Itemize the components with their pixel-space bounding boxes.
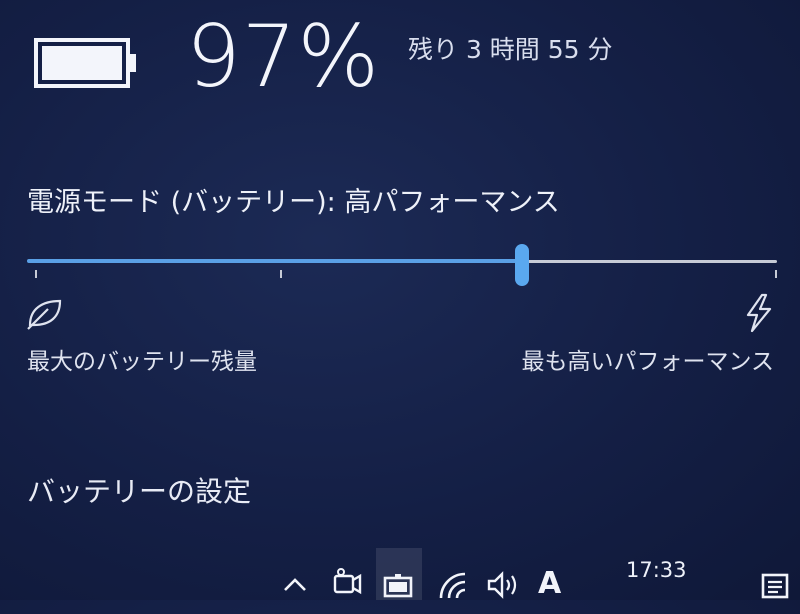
slider-tick — [775, 270, 777, 278]
meet-now-icon[interactable] — [332, 566, 362, 606]
leaf-icon — [26, 297, 64, 331]
battery-tray-icon[interactable] — [382, 572, 416, 612]
battery-settings-link[interactable]: バッテリーの設定 — [27, 470, 251, 510]
chevron-up-icon[interactable] — [282, 574, 308, 614]
power-mode-slider[interactable] — [27, 244, 777, 286]
battery-percentage: 97% — [186, 7, 381, 107]
slider-track-empty — [522, 260, 777, 263]
battery-icon — [34, 38, 138, 88]
wifi-icon[interactable] — [437, 570, 475, 610]
slider-label-best-performance: 最も高いパフォーマンス — [521, 349, 774, 375]
slider-label-battery-saver: 最大のバッテリー残量 — [27, 349, 257, 375]
taskbar-clock[interactable]: 17:33 — [626, 558, 687, 582]
slider-track-filled — [27, 259, 522, 263]
volume-icon[interactable] — [486, 570, 522, 610]
ime-indicator[interactable]: A — [538, 566, 561, 601]
slider-tick — [35, 270, 37, 278]
battery-time-remaining: 残り 3 時間 55 分 — [408, 35, 613, 64]
slider-tick — [280, 270, 282, 278]
power-mode-label: 電源モード (バッテリー): 高パフォーマンス — [27, 187, 560, 218]
slider-thumb[interactable] — [515, 244, 529, 286]
lightning-icon — [742, 293, 774, 333]
notification-icon[interactable] — [760, 572, 790, 612]
